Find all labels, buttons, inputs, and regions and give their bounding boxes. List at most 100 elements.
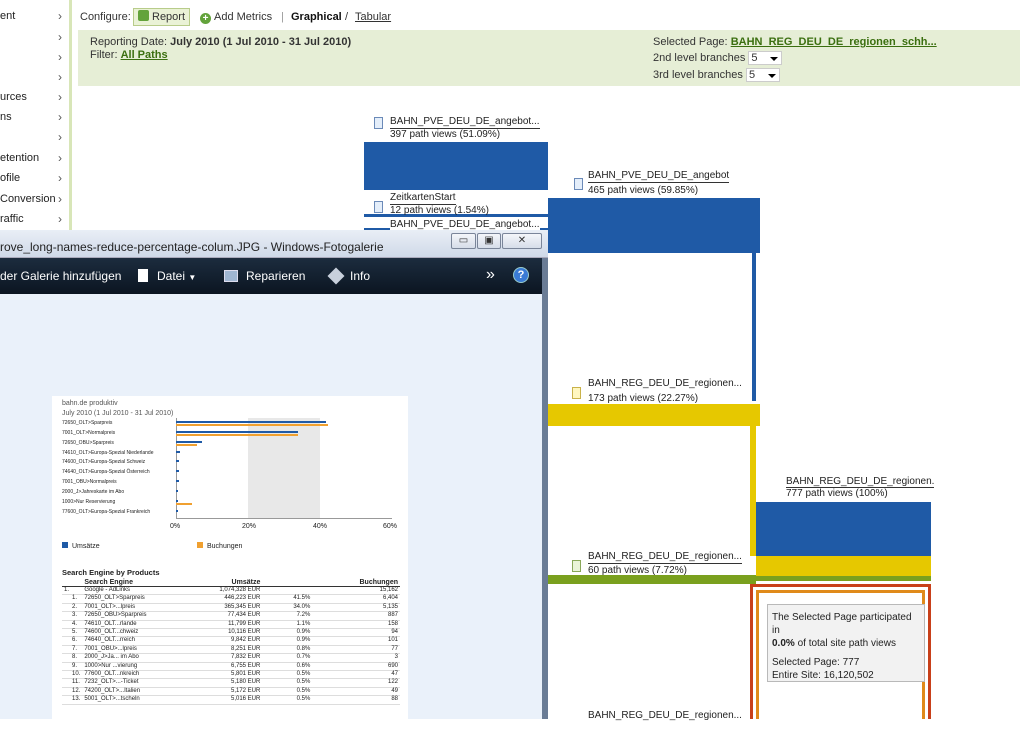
table-cell: 9. (62, 662, 83, 672)
table-cell: 0.5% (262, 670, 313, 680)
page-icon (374, 201, 383, 213)
table-cell: 10. (62, 670, 83, 680)
nav-item[interactable]: etention › (0, 148, 68, 168)
window-title: rove_long-names-reduce-percentage-colum.… (0, 240, 384, 254)
chart-bar (176, 500, 178, 502)
graphical-view-link[interactable]: Graphical (291, 11, 342, 23)
chevron-right-icon: › (58, 130, 62, 144)
flow-bar[interactable] (548, 198, 760, 253)
table-cell: 0.8% (262, 645, 313, 655)
nav-item-label: etention (0, 152, 40, 164)
page-icon (572, 560, 581, 572)
path-node[interactable]: BAHN_REG_DEU_DE_regionen. 777 path views … (786, 476, 935, 500)
table-cell: 74640_OLT...rreich (82, 636, 193, 646)
plus-icon: + (200, 13, 211, 24)
node-views: 60 path views (7.72%) (588, 565, 687, 576)
nav-item[interactable]: urces › (0, 87, 68, 107)
select-value: 5 (748, 69, 756, 81)
table-cell: 2000_J>Ja... im Abo (82, 653, 193, 663)
table-cell: 41.5% (262, 594, 313, 604)
flow-bar[interactable] (756, 502, 931, 556)
table-cell: 72650_OLT>Sparpreis (82, 594, 193, 604)
table-row: 13. 5001_OLT>...tscheln 5,016 EUR 0.5% 88 (62, 695, 400, 705)
more-options-button[interactable]: » (486, 266, 495, 284)
path-node[interactable]: BAHN_REG_DEU_DE_regionen... 60 path views… (572, 551, 742, 576)
help-button[interactable]: ? (513, 267, 529, 283)
table-cell: 887 (312, 611, 400, 621)
viewer-toolbar: der Galerie hinzufügen Datei ▼ Repariere… (0, 258, 542, 294)
chart-bar-label: 7001_OBU>Normalpreis (62, 479, 117, 485)
third-level-branches-select[interactable]: 5 (745, 68, 780, 82)
nav-item-label: ent (0, 10, 16, 22)
path-node[interactable]: ZeitkartenStart 12 path views (1.54%) (374, 192, 544, 216)
minimize-button[interactable]: ▭ (451, 233, 476, 249)
report-icon (138, 10, 149, 21)
legend-swatch (62, 542, 68, 548)
nav-item[interactable]: ent › (0, 6, 68, 26)
flow-bar[interactable] (756, 576, 931, 581)
nav-item-label: ofile (0, 172, 21, 184)
table-cell: 7001_OBU>...lpreis (82, 645, 193, 655)
nav-item[interactable]: ofile › (0, 168, 68, 188)
page-icon (572, 387, 581, 399)
chevron-right-icon: › (58, 30, 62, 44)
report-label: Report (152, 11, 186, 23)
table-cell: 2. (62, 603, 83, 613)
nav-item[interactable]: › (0, 27, 68, 47)
info-button[interactable]: Info (327, 267, 370, 285)
repair-button[interactable]: Reparieren (224, 269, 305, 283)
chart-tick-label: 40% (313, 523, 328, 530)
path-node[interactable]: BAHN_REG_DEU_DE_regionen... (588, 710, 742, 722)
table-row: 10. 77600_OLT...nkreich 5,801 EUR 0.5% 47 (62, 670, 400, 680)
close-button[interactable]: ✕ (502, 233, 542, 249)
add-to-gallery-button[interactable]: der Galerie hinzufügen (0, 269, 121, 283)
nav-item[interactable]: ns › (0, 107, 68, 127)
chart-tick-label: 20% (242, 523, 257, 530)
chart-bar (176, 460, 179, 462)
node-views: 465 path views (59.85%) (588, 185, 699, 196)
path-node[interactable]: BAHN_REG_DEU_DE_regionen... 173 path view… (572, 378, 742, 404)
table-row: 6. 74640_OLT...rreich 9,842 EUR 0.9% 101 (62, 636, 400, 646)
filter-link[interactable]: All Paths (121, 49, 168, 61)
node-views: 12 path views (1.54%) (390, 205, 489, 216)
legend-swatch (197, 542, 203, 548)
flow-bar[interactable] (756, 556, 931, 576)
select-value: 5 (751, 52, 758, 64)
table-cell: 47 (312, 670, 400, 680)
photo-gallery-window: rove_long-names-reduce-percentage-colum.… (0, 230, 548, 753)
table-cell: 74610_OLT...rlande (82, 620, 193, 630)
chevron-right-icon: › (58, 171, 62, 185)
path-node[interactable]: BAHN_PVE_DEU_DE_angebot... 397 path views… (374, 116, 540, 140)
nav-item[interactable]: Conversion › (0, 189, 68, 209)
table-cell: 5. (62, 628, 83, 638)
report-button[interactable]: Report (133, 8, 191, 26)
chevron-right-icon: › (58, 70, 62, 84)
table-cell: 158 (312, 620, 400, 630)
table-header (262, 579, 313, 587)
window-border (542, 258, 548, 719)
nav-item-label: Conversion (0, 193, 56, 205)
chart-shade (248, 418, 320, 518)
table-header: Search Engine (82, 579, 193, 587)
flow-bar[interactable] (364, 142, 548, 190)
nav-item[interactable]: › (0, 47, 68, 67)
table-header: Buchungen (312, 579, 400, 587)
selected-page-link[interactable]: BAHN_REG_DEU_DE_regionen_schh... (731, 36, 937, 48)
configure-label: Configure: (80, 11, 131, 23)
nav-item[interactable]: › (0, 67, 68, 87)
tabular-view-link[interactable]: Tabular (355, 11, 391, 23)
add-metrics-link[interactable]: + Add Metrics (200, 11, 272, 24)
minimize-icon: ▭ (458, 235, 469, 246)
table-cell: 11,799 EUR (192, 620, 263, 630)
path-node[interactable]: BAHN_PVE_DEU_DE_angebot 465 path views (5… (574, 170, 730, 196)
file-menu-button[interactable]: Datei ▼ (138, 269, 196, 283)
chart-bar-label: 74600_OLT>Europa-Spezial Schweiz (62, 459, 146, 465)
second-level-branches-select[interactable]: 5 (748, 51, 783, 65)
table-cell: 5,016 EUR (192, 695, 263, 705)
flow-bar[interactable] (548, 404, 760, 426)
maximize-button[interactable]: ▣ (477, 233, 501, 249)
chart-bar (176, 480, 179, 482)
chart-bar (176, 451, 180, 453)
nav-item[interactable]: › (0, 127, 68, 147)
nav-item[interactable]: raffic › (0, 209, 68, 229)
